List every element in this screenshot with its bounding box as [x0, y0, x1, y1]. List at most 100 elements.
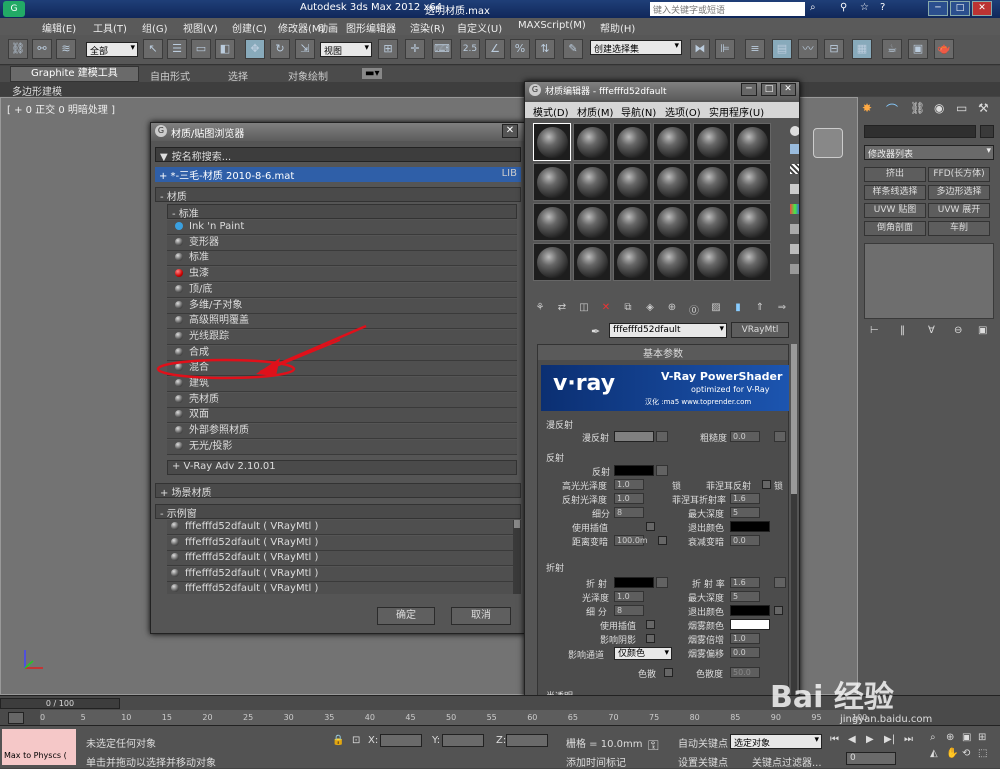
- refl-gloss-spinner[interactable]: 1.0: [614, 493, 644, 504]
- ior-map-button[interactable]: [774, 577, 786, 588]
- editor-minimize-button[interactable]: ─: [741, 83, 757, 96]
- pan-icon[interactable]: ✋: [946, 748, 958, 759]
- sample-slot[interactable]: [573, 163, 611, 201]
- dim-falloff-spinner[interactable]: 0.0: [730, 535, 760, 546]
- refract-map-button[interactable]: [656, 577, 668, 588]
- make-copy-icon[interactable]: ⧉: [619, 302, 637, 318]
- sample-slot[interactable]: [573, 203, 611, 241]
- sample-slot-item[interactable]: fffefffd52dfault ( VRayMtl ): [167, 566, 513, 582]
- params-scrollbar[interactable]: [791, 344, 797, 701]
- move-icon[interactable]: ✥: [245, 39, 265, 59]
- browser-close-button[interactable]: ✕: [502, 124, 518, 138]
- fresnel-ior-spinner[interactable]: 1.6: [730, 493, 760, 504]
- rect-selection-icon[interactable]: ▭: [191, 39, 211, 59]
- unlink-icon[interactable]: ⚯: [32, 39, 52, 59]
- pin-stack-icon[interactable]: ⊢: [870, 325, 879, 336]
- editor-menu-mode[interactable]: 模式(D): [533, 104, 569, 119]
- sample-slot[interactable]: [613, 123, 651, 161]
- select-object-icon[interactable]: ↖: [143, 39, 163, 59]
- menu-graph-editors[interactable]: 图形编辑器: [346, 20, 396, 35]
- roughness-spinner[interactable]: 0.0: [730, 431, 760, 442]
- binoculars-icon[interactable]: ⚲: [840, 2, 847, 13]
- percent-snap-icon[interactable]: %: [510, 39, 530, 59]
- mini-curve-icon[interactable]: [8, 712, 24, 724]
- browser-search-bar[interactable]: ▼ 按名称搜索...: [155, 147, 521, 162]
- editor-menu-material[interactable]: 材质(M): [577, 104, 613, 119]
- maxscript-listener[interactable]: Max to Physcs (: [2, 729, 76, 765]
- modifier-stack[interactable]: [864, 243, 994, 319]
- mirror-icon[interactable]: ⧓: [690, 39, 710, 59]
- material-list-item[interactable]: 虫漆: [167, 267, 517, 283]
- rendered-frame-icon[interactable]: ▣: [908, 39, 928, 59]
- show-end-result-tool-icon[interactable]: ▮: [729, 302, 747, 318]
- zoom-icon[interactable]: ⌕: [930, 732, 936, 743]
- sample-slot[interactable]: [613, 163, 651, 201]
- menu-create[interactable]: 创建(C): [232, 20, 267, 35]
- pivot-center-icon[interactable]: ⊞: [378, 39, 398, 59]
- cancel-button[interactable]: 取消: [451, 607, 511, 625]
- rollout-basic-params[interactable]: 基本参数: [538, 345, 788, 360]
- create-tab-icon[interactable]: ✸: [862, 101, 872, 115]
- poly-select-button[interactable]: 多边形选择: [928, 185, 990, 200]
- minimize-button[interactable]: ─: [928, 1, 948, 16]
- x-coord-field[interactable]: [380, 734, 422, 747]
- reflect-subdivs-spinner[interactable]: 8: [614, 507, 644, 518]
- extrude-button[interactable]: 挤出: [864, 167, 926, 182]
- uv-tiling-icon[interactable]: [790, 184, 799, 194]
- dim-distance-checkbox[interactable]: [658, 536, 667, 545]
- roughness-map-button[interactable]: [774, 431, 786, 442]
- star-icon[interactable]: ☆: [860, 2, 869, 13]
- ribbon-options-icon[interactable]: ▬▾: [362, 68, 383, 79]
- graphite-toggle-icon[interactable]: ▤: [772, 39, 792, 59]
- sample-slot[interactable]: [733, 203, 771, 241]
- sample-slot[interactable]: [693, 243, 731, 281]
- bevel-profile-button[interactable]: 倒角剖面: [864, 221, 926, 236]
- group-vray[interactable]: + V-Ray Adv 2.10.01: [167, 460, 517, 475]
- help-icon[interactable]: ?: [880, 2, 885, 13]
- sample-slot[interactable]: [653, 203, 691, 241]
- select-by-name-icon[interactable]: ☰: [167, 39, 187, 59]
- menu-group[interactable]: 组(G): [142, 20, 168, 35]
- render-production-icon[interactable]: 🫖: [934, 39, 954, 59]
- absolute-mode-icon[interactable]: ⊡: [352, 735, 360, 746]
- schematic-view-icon[interactable]: ⊟: [824, 39, 844, 59]
- editor-menu-options[interactable]: 选项(O): [665, 104, 701, 119]
- auto-key-button[interactable]: 自动关键点: [678, 735, 728, 750]
- y-coord-field[interactable]: [442, 734, 484, 747]
- sample-slot[interactable]: [733, 243, 771, 281]
- display-tab-icon[interactable]: ▭: [956, 101, 967, 115]
- refract-gloss-spinner[interactable]: 1.0: [614, 591, 644, 602]
- menu-animation[interactable]: 动画: [318, 20, 338, 35]
- diffuse-map-button[interactable]: [656, 431, 668, 442]
- edit-named-sel-icon[interactable]: ✎: [563, 39, 583, 59]
- dispersion-checkbox[interactable]: [664, 668, 673, 677]
- angle-snap-icon[interactable]: ∠: [485, 39, 505, 59]
- sample-slot[interactable]: [533, 243, 571, 281]
- refract-max-depth-spinner[interactable]: 5: [730, 591, 760, 602]
- lathe-button[interactable]: 车削: [928, 221, 990, 236]
- reflect-use-interp-checkbox[interactable]: [646, 522, 655, 531]
- sample-slot[interactable]: [733, 163, 771, 201]
- select-by-material-icon[interactable]: [790, 264, 799, 274]
- sample-scrollbar[interactable]: [513, 520, 521, 594]
- sample-slot[interactable]: [693, 203, 731, 241]
- sample-slot[interactable]: [613, 203, 651, 241]
- curve-editor-icon[interactable]: 〰: [798, 39, 818, 59]
- maximize-viewport-icon[interactable]: ⬚: [978, 748, 987, 759]
- zoom-extents-icon[interactable]: ▣: [962, 732, 971, 743]
- material-list-item[interactable]: 变形器: [167, 235, 517, 251]
- key-icon[interactable]: ⚿: [648, 738, 659, 754]
- refract-color-swatch[interactable]: [614, 577, 654, 588]
- refract-exit-color-swatch[interactable]: [730, 605, 770, 616]
- reference-coord-dropdown[interactable]: 视图: [320, 42, 372, 57]
- reflect-map-button[interactable]: [656, 465, 668, 476]
- configure-sets-icon[interactable]: ▣: [978, 325, 987, 336]
- align-icon[interactable]: ⊫: [715, 39, 735, 59]
- zoom-all-icon[interactable]: ⊕: [946, 732, 954, 743]
- select-manipulate-icon[interactable]: ✛: [405, 39, 425, 59]
- make-unique-mtl-icon[interactable]: ◈: [641, 302, 659, 318]
- put-to-library-icon[interactable]: ⊕: [663, 302, 681, 318]
- affect-shadows-checkbox[interactable]: [646, 634, 655, 643]
- group-materials[interactable]: - 材质: [155, 187, 521, 202]
- ffd-box-button[interactable]: FFD(长方体): [928, 167, 990, 182]
